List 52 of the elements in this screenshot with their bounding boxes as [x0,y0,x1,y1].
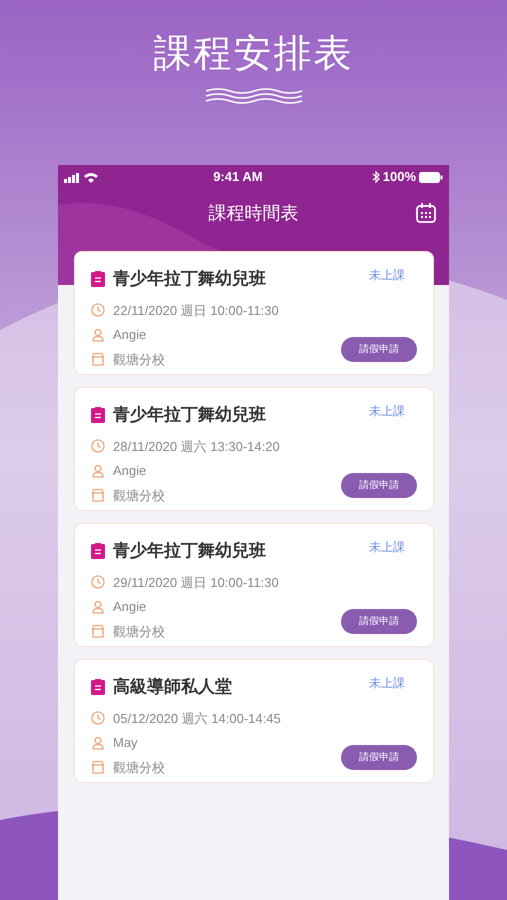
person-icon [91,464,105,478]
calendar-icon[interactable] [415,202,437,224]
branch-name: 觀塘分校 [113,758,165,776]
teacher-name: Angie [113,326,146,344]
notebook-icon [91,270,105,287]
status-label: 未上課 [369,539,405,556]
branch-name: 觀塘分校 [113,622,165,640]
bluetooth-icon [372,171,380,183]
lesson-time: 29/11/2020 週日 10:00-11:30 [113,574,279,592]
teacher-name: Angie [113,462,146,480]
lesson-title: 青少年拉丁舞幼兒班 [113,404,266,426]
lesson-time: 22/11/2020 週日 10:00-11:30 [113,302,279,320]
clock-icon [91,303,105,318]
status-time: 9:41 AM [213,168,263,186]
clock-icon [91,575,105,590]
branch-name: 觀塘分校 [113,486,165,504]
notebook-icon [91,678,105,695]
screen-title: 課程時間表 [208,202,298,224]
leave-request-button[interactable]: 請假申請 [341,473,417,498]
building-icon [91,760,105,774]
leave-request-button[interactable]: 請假申請 [341,337,417,362]
status-label: 未上課 [369,267,405,284]
status-label: 未上課 [369,675,405,692]
teacher-name: Angie [113,598,146,616]
person-icon [91,328,105,342]
person-icon [91,600,105,614]
notebook-icon [91,406,105,423]
building-icon [91,624,105,638]
lesson-card[interactable]: 青少年拉丁舞幼兒班 未上課 22/11/2020 週日 10:00-11:30 Angie 觀塘分校 請假申請 [74,251,434,375]
lesson-title: 高級導師私人堂 [113,676,232,698]
status-label: 未上課 [369,403,405,420]
leave-request-button[interactable]: 請假申請 [341,745,417,770]
branch-name: 觀塘分校 [113,350,165,368]
leave-request-button[interactable]: 請假申請 [341,609,417,634]
lesson-card[interactable]: 青少年拉丁舞幼兒班 未上課 28/11/2020 週六 13:30-14:20 Angie 觀塘分校 請假申請 [74,387,434,511]
person-icon [91,736,105,750]
lesson-card[interactable]: 青少年拉丁舞幼兒班 未上課 29/11/2020 週日 10:00-11:30 Angie 觀塘分校 請假申請 [74,523,434,647]
building-icon [91,488,105,502]
clock-icon [91,711,105,726]
battery-percent: 100% [382,168,416,186]
lesson-title: 青少年拉丁舞幼兒班 [113,268,266,290]
wave-icon [204,88,302,104]
lesson-time: 05/12/2020 週六 14:00-14:45 [113,710,281,728]
headline: 課程安排表 [154,32,354,77]
building-icon [91,352,105,366]
lesson-title: 青少年拉丁舞幼兒班 [113,540,266,562]
notebook-icon [91,542,105,559]
battery-icon [419,172,443,182]
lesson-time: 28/11/2020 週六 13:30-14:20 [113,438,280,456]
clock-icon [91,439,105,454]
lesson-card[interactable]: 高級導師私人堂 未上課 05/12/2020 週六 14:00-14:45 May 觀塘分校 請假申請 [74,659,434,783]
teacher-name: May [113,734,138,752]
